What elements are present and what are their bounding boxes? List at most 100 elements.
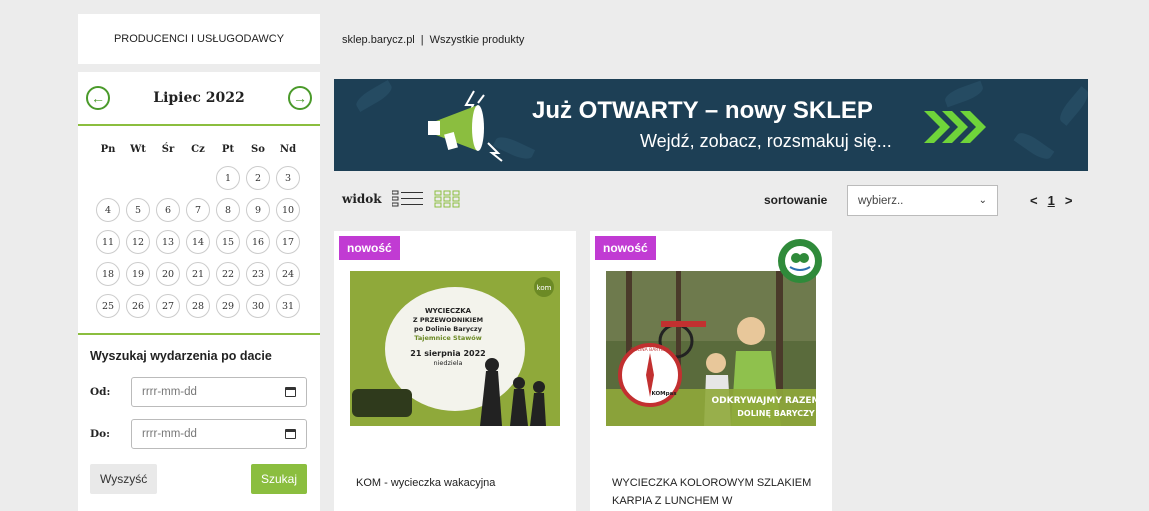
- calendar-blank: [156, 166, 180, 190]
- calendar-blank: [96, 166, 120, 190]
- calendar-day[interactable]: 19: [126, 262, 150, 286]
- breadcrumb: sklep.barycz.pl | Wszystkie produkty: [342, 34, 524, 46]
- calendar-day[interactable]: 6: [156, 198, 180, 222]
- image-line-1: WYCIECZKA: [425, 307, 472, 315]
- sort-value: wybierz..: [858, 194, 904, 207]
- list-view-icon[interactable]: [391, 190, 424, 208]
- calendar-day[interactable]: 18: [96, 262, 120, 286]
- kom-logo-text: kom: [537, 284, 552, 292]
- compass-text: KOMpas: [651, 391, 677, 397]
- product-card[interactable]: nowość ODKRYWAJMY RAZEM DOLINĘ BARYCZY D…: [590, 231, 832, 511]
- calendar-day[interactable]: 17: [276, 230, 300, 254]
- calendar-day[interactable]: 30: [246, 294, 270, 318]
- sort-label: sortowanie: [764, 193, 828, 207]
- calendar-day[interactable]: 7: [186, 198, 210, 222]
- new-badge: nowość: [339, 236, 400, 260]
- calendar-day[interactable]: 14: [186, 230, 210, 254]
- search-button[interactable]: Szukaj: [251, 464, 307, 494]
- weekday-label: Cz: [191, 144, 205, 155]
- view-toolbar: widok: [342, 190, 460, 208]
- promo-banner[interactable]: Już OTWARTY – nowy SKLEP Wejdź, zobacz, …: [334, 79, 1088, 171]
- grid-view-icon[interactable]: [434, 190, 460, 208]
- weekday-label: Pt: [221, 144, 235, 155]
- image-caption-1: ODKRYWAJMY RAZEM: [711, 396, 816, 406]
- calendar-day[interactable]: 28: [186, 294, 210, 318]
- image-line-3: po Dolinie Baryczy: [414, 325, 483, 333]
- image-date: 21 sierpnia 2022: [410, 349, 485, 358]
- product-image[interactable]: ODKRYWAJMY RAZEM DOLINĘ BARYCZY DOLINA B…: [606, 271, 816, 426]
- calendar-month: Lipiec 2022: [153, 90, 245, 106]
- banner-title: Już OTWARTY – nowy SKLEP: [532, 97, 873, 124]
- calendar-day[interactable]: 1: [216, 166, 240, 190]
- calendar-day[interactable]: 29: [216, 294, 240, 318]
- chevrons-icon: [924, 111, 986, 143]
- calendar-day[interactable]: 16: [246, 230, 270, 254]
- breadcrumb-home[interactable]: sklep.barycz.pl: [342, 34, 415, 46]
- from-date-input[interactable]: rrrr-mm-dd: [131, 377, 307, 407]
- clear-button[interactable]: Wyszyść: [90, 464, 158, 494]
- weekday-label: Wt: [130, 144, 146, 155]
- chevron-down-icon: ⌄: [978, 195, 987, 206]
- product-image[interactable]: kom WYCIECZKA Z PRZEWODNIKIEM po Dolinie…: [350, 271, 560, 426]
- to-date-placeholder: rrrr-mm-dd: [142, 428, 197, 440]
- calendar-day[interactable]: 2: [246, 166, 270, 190]
- image-day: niedziela: [433, 359, 462, 367]
- calendar-grid: 1 2 3 4 5 6 7 8 9 10 11 12 13 14 15 16 17 18 19 20 21 22 23 24 2…: [93, 166, 320, 318]
- calendar-day[interactable]: 25: [96, 294, 120, 318]
- pagination: < 1 >: [1030, 193, 1072, 208]
- calendar-day[interactable]: 31: [276, 294, 300, 318]
- calendar-day[interactable]: 12: [126, 230, 150, 254]
- date-search-title: Wyszukaj wydarzenia po dacie: [90, 349, 272, 363]
- page-1-link[interactable]: 1: [1048, 193, 1055, 208]
- weekday-label: So: [251, 144, 265, 155]
- product-title[interactable]: KOM - wycieczka wakacyjna: [356, 474, 556, 492]
- calendar-day[interactable]: 3: [276, 166, 300, 190]
- divider: [78, 333, 320, 335]
- calendar-day[interactable]: 9: [246, 198, 270, 222]
- product-title[interactable]: WYCIECZKA KOLOROWYM SZLAKIEM KARPIA Z LU…: [612, 474, 812, 510]
- calendar-day[interactable]: 27: [156, 294, 180, 318]
- calendar-day[interactable]: 10: [276, 198, 300, 222]
- calendar-day[interactable]: 26: [126, 294, 150, 318]
- producers-link[interactable]: PRODUCENCI I USŁUGODAWCY: [78, 14, 320, 64]
- weekday-row: Pn Wt Śr Cz Pt So Nd: [93, 144, 320, 166]
- prev-page-button[interactable]: <: [1030, 193, 1038, 208]
- to-label: Do:: [90, 428, 110, 440]
- compass-seal-text: DOLINA BARYCZY: [630, 347, 669, 353]
- calendar-blank: [126, 166, 150, 190]
- calendar-icon[interactable]: [285, 387, 296, 397]
- next-month-icon[interactable]: →: [287, 86, 312, 110]
- view-label: widok: [342, 192, 382, 206]
- product-card[interactable]: nowość kom WYCIECZKA Z PRZEWODNIKIEM po …: [334, 231, 576, 511]
- calendar-day[interactable]: 5: [126, 198, 150, 222]
- new-badge: nowość: [595, 236, 656, 260]
- prev-month-icon[interactable]: ←: [86, 86, 110, 110]
- calendar-day[interactable]: 4: [96, 198, 120, 222]
- weekday-label: Nd: [279, 144, 297, 155]
- calendar-blank: [186, 166, 210, 190]
- breadcrumb-current[interactable]: Wszystkie produkty: [430, 34, 525, 46]
- weekday-label: Śr: [161, 144, 175, 155]
- next-page-button[interactable]: >: [1065, 193, 1073, 208]
- image-caption-2: DOLINĘ BARYCZY: [737, 409, 815, 418]
- image-line-4: Tajemnice Stawów: [414, 334, 481, 342]
- dolina-baryczy-logo: [778, 239, 822, 283]
- calendar-day[interactable]: 22: [216, 262, 240, 286]
- calendar-header: ← Lipiec 2022 →: [78, 72, 320, 126]
- image-line-2: Z PRZEWODNIKIEM: [413, 316, 483, 324]
- sort-select[interactable]: wybierz.. ⌄: [847, 185, 998, 216]
- calendar-icon[interactable]: [285, 429, 296, 439]
- to-date-input[interactable]: rrrr-mm-dd: [131, 419, 307, 449]
- calendar-day[interactable]: 23: [246, 262, 270, 286]
- from-label: Od:: [90, 386, 111, 398]
- calendar-day[interactable]: 11: [96, 230, 120, 254]
- from-date-placeholder: rrrr-mm-dd: [142, 386, 197, 398]
- calendar-day[interactable]: 20: [156, 262, 180, 286]
- calendar-day[interactable]: 21: [186, 262, 210, 286]
- calendar-day[interactable]: 8: [216, 198, 240, 222]
- breadcrumb-separator: |: [420, 34, 424, 46]
- calendar-day[interactable]: 15: [216, 230, 240, 254]
- calendar-day[interactable]: 24: [276, 262, 300, 286]
- calendar-day[interactable]: 13: [156, 230, 180, 254]
- weekday-label: Pn: [100, 144, 116, 155]
